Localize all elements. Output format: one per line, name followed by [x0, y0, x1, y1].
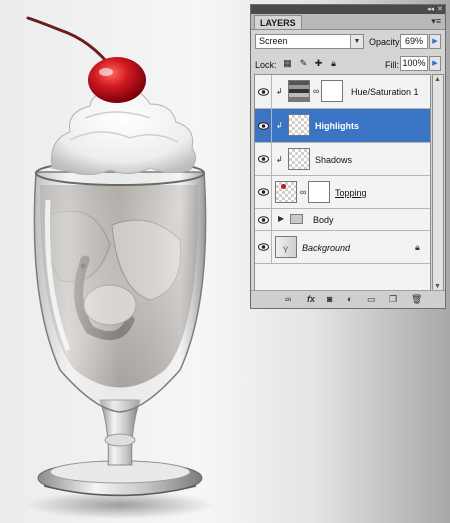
whipped-cream	[50, 90, 196, 176]
lock-transparency-icon[interactable]: ▦	[282, 58, 293, 69]
lock-all-icon[interactable]: 🔒︎	[328, 58, 339, 69]
chevron-down-icon[interactable]: ▼	[350, 35, 363, 48]
layer-name: Topping	[335, 188, 367, 198]
layer-thumbnail[interactable]	[288, 148, 310, 170]
layer-thumbnail[interactable]	[275, 181, 297, 203]
layer-name: Highlights	[315, 121, 359, 131]
chain-link-icon[interactable]: ∞	[313, 86, 319, 96]
layer-row-background[interactable]: Ÿ Background 🔒︎	[255, 231, 430, 264]
opacity-slider-button[interactable]: ▶	[429, 34, 441, 49]
layer-row-hue-saturation[interactable]: ↲ ∞ Hue/Saturation 1	[255, 75, 430, 109]
cherry-stem	[26, 16, 114, 70]
layer-list: ↲ ∞ Hue/Saturation 1 ↲ Highlights ↲ Shad…	[254, 74, 431, 292]
eye-icon[interactable]	[255, 75, 272, 108]
add-mask-icon[interactable]: ◙	[327, 293, 332, 305]
close-icon[interactable]: ✕	[437, 5, 443, 14]
layer-name: Background	[302, 243, 351, 253]
chain-link-icon[interactable]: ∞	[300, 187, 306, 197]
eye-icon[interactable]	[255, 209, 272, 230]
adjustment-thumbnail[interactable]	[288, 80, 310, 102]
eye-icon[interactable]	[255, 231, 272, 263]
link-layers-icon[interactable]: ∞	[285, 293, 291, 305]
cherry-shine	[99, 68, 113, 76]
opacity-label: Opacity:	[369, 37, 403, 47]
clip-arrow-icon: ↲	[276, 155, 283, 164]
cherry-dot	[281, 184, 286, 189]
scroll-up-icon[interactable]: ▲	[434, 76, 441, 83]
layer-row-shadows[interactable]: ↲ Shadows	[255, 143, 430, 176]
layer-name: Body	[313, 215, 334, 225]
double-arrow-icon[interactable]: ◂◂	[427, 5, 434, 14]
lock-pixels-icon[interactable]: ✎	[298, 58, 309, 69]
cherry	[88, 57, 146, 103]
panel-menu-icon[interactable]: ▾≡	[431, 16, 441, 27]
blend-mode-select[interactable]: Screen ▼	[255, 34, 364, 49]
lock-icon: 🔒︎	[415, 242, 420, 252]
lock-label: Lock:	[255, 60, 277, 70]
eye-icon[interactable]	[255, 143, 272, 175]
scroll-down-icon[interactable]: ▼	[434, 283, 441, 290]
folder-icon	[290, 214, 303, 224]
fill-slider-button[interactable]: ▶	[429, 56, 441, 71]
glass-stem-knot	[104, 433, 136, 447]
adjustment-icon[interactable]: ◐	[347, 293, 352, 305]
fill-label: Fill:	[385, 60, 399, 70]
fx-icon[interactable]: fx	[307, 293, 315, 305]
lock-position-icon[interactable]: ✚	[313, 58, 324, 69]
panel-titlebar: ◂◂ ✕	[251, 5, 445, 14]
clip-arrow-icon: ↲	[276, 87, 283, 96]
layer-name: Shadows	[315, 155, 353, 165]
trash-icon[interactable]: 🗑︎	[411, 293, 422, 305]
layers-panel: ◂◂ ✕ LAYERS ▾≡ Screen ▼ Opacity: 69% ▶ L…	[250, 4, 446, 309]
new-group-icon[interactable]: ▭	[367, 293, 376, 305]
layer-row-highlights[interactable]: ↲ Highlights	[255, 109, 430, 143]
mask-thumbnail[interactable]	[321, 80, 343, 102]
layer-name: Hue/Saturation 1	[351, 87, 419, 97]
glass-thumb-icon: Ÿ	[283, 246, 289, 255]
fill-input[interactable]: 100%	[400, 56, 428, 71]
layer-row-body-group[interactable]: ▶ Body	[255, 209, 430, 231]
opacity-input[interactable]: 69%	[400, 34, 428, 49]
panel-bottom-toolbar: ∞ fx ◙ ◐ ▭ ❐ 🗑︎	[251, 290, 445, 308]
new-layer-icon[interactable]: ❐	[389, 293, 397, 305]
layer-thumbnail[interactable]	[288, 114, 310, 136]
panel-tabbar: LAYERS ▾≡	[251, 14, 445, 30]
blend-mode-value: Screen	[259, 36, 288, 46]
layer-thumbnail[interactable]: Ÿ	[275, 236, 297, 258]
mask-thumbnail[interactable]	[308, 181, 330, 203]
tab-layers[interactable]: LAYERS	[254, 15, 302, 29]
eye-icon[interactable]	[255, 109, 272, 142]
expand-arrow-icon[interactable]: ▶	[278, 214, 284, 223]
layer-row-topping[interactable]: ∞ Topping	[255, 176, 430, 209]
clip-arrow-icon: ↲	[276, 121, 283, 130]
glass-bowl	[33, 171, 207, 413]
layer-list-scrollbar[interactable]: ▲ ▼	[432, 74, 444, 292]
eye-icon[interactable]	[255, 176, 272, 208]
